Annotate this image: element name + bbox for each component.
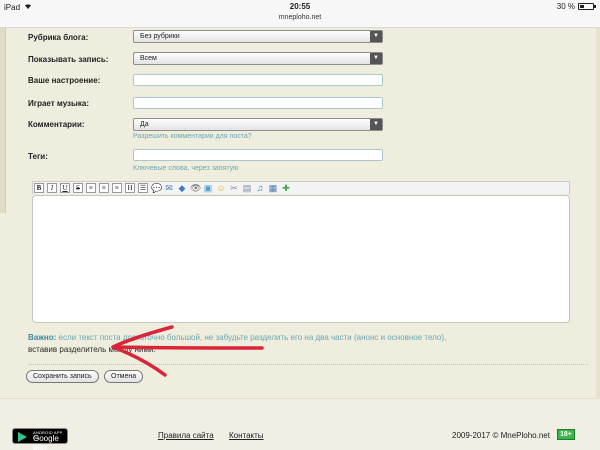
visibility-label: Показывать запись: — [28, 55, 109, 64]
comments-hint: Разрешить комментарии для поста? — [133, 133, 252, 140]
category-select[interactable]: Без рубрики ▼ — [133, 30, 383, 43]
underline-icon[interactable]: U — [60, 183, 70, 193]
bold-icon[interactable]: B — [34, 183, 44, 193]
list-icon[interactable]: ☰ — [138, 183, 148, 193]
tags-label: Теги: — [28, 152, 48, 161]
comments-select[interactable]: Да ▼ — [133, 118, 383, 131]
play-icon — [18, 432, 27, 442]
chevron-down-icon: ▼ — [370, 53, 382, 64]
align-center-icon[interactable]: ≡ — [99, 183, 109, 193]
quote-icon[interactable]: 💬 — [151, 183, 162, 193]
battery-percent: 30 % — [556, 2, 575, 11]
add-icon[interactable]: ✚ — [281, 183, 291, 193]
important-note: Важно: если текст поста достаточно больш… — [28, 332, 588, 356]
spoiler-icon[interactable]: 👁 — [190, 183, 201, 193]
age-badge: 18+ — [557, 429, 575, 440]
site-footer: ANDROID APP ON Google play Правила сайта… — [0, 398, 600, 450]
contacts-link[interactable]: Контакты — [229, 431, 264, 440]
battery-icon — [578, 3, 596, 10]
video-icon[interactable]: ▤ — [242, 183, 252, 193]
copyright: 2009-2017 © MnePloho.net — [452, 431, 550, 440]
save-button[interactable]: Сохранить запись — [26, 370, 99, 383]
align-right-icon[interactable]: ≡ — [112, 183, 122, 193]
email-icon[interactable]: ✉ — [164, 183, 174, 193]
rules-link[interactable]: Правила сайта — [158, 431, 214, 440]
music-icon[interactable]: ♫ — [255, 183, 265, 193]
right-edge — [596, 28, 600, 398]
status-right: 30 % — [556, 2, 596, 11]
align-left-icon[interactable]: ≡ — [86, 183, 96, 193]
chevron-down-icon: ▼ — [370, 31, 382, 42]
comments-value: Да — [140, 121, 149, 128]
italic-icon[interactable]: I — [47, 183, 57, 193]
gallery-icon[interactable]: ▦ — [268, 183, 278, 193]
chevron-down-icon: ▼ — [370, 119, 382, 130]
music-label: Играет музыка: — [28, 99, 89, 108]
post-form: Рубрика блога: Без рубрики ▼ Показывать … — [10, 28, 590, 398]
mood-input[interactable] — [133, 74, 383, 86]
left-edge — [0, 28, 6, 213]
note-text: если текст поста достаточно большой, не … — [56, 333, 447, 342]
category-label: Рубрика блога: — [28, 33, 89, 42]
editor-toolbar: B I U S ≡ ≡ ≡ H ☰ 💬 ✉ ◆ 👁 ▣ ☺ ✂ ▤ ♫ ▦ ✚ — [32, 181, 570, 194]
google-play-badge[interactable]: ANDROID APP ON Google play — [12, 428, 68, 450]
image-icon[interactable]: ▣ — [203, 183, 213, 193]
visibility-select[interactable]: Всем ▼ — [133, 52, 383, 65]
mood-label: Ваше настроение: — [28, 76, 101, 85]
status-bar: iPad 20:55 mneploho.net 30 % — [0, 0, 600, 28]
status-time: 20:55 — [289, 2, 311, 11]
cancel-button[interactable]: Отмена — [104, 370, 144, 383]
category-value: Без рубрики — [140, 33, 180, 40]
music-input[interactable] — [133, 97, 383, 109]
note-bold: Важно: — [28, 333, 57, 342]
code-icon[interactable]: ◆ — [177, 183, 187, 193]
play-big-text: Google play — [33, 434, 59, 450]
visibility-value: Всем — [140, 55, 157, 62]
comments-label: Комментарии: — [28, 120, 85, 129]
post-editor[interactable] — [32, 195, 570, 323]
tags-hint: Ключевые слова, через запятую — [133, 165, 239, 172]
heading-icon[interactable]: H — [125, 183, 135, 193]
divider — [28, 364, 588, 365]
cut-icon[interactable]: ✂ — [229, 183, 239, 193]
note-line2: вставив разделитель между ними. — [28, 345, 156, 354]
strikethrough-icon[interactable]: S — [73, 183, 83, 193]
address-url[interactable]: mneploho.net — [0, 14, 600, 21]
tags-input[interactable] — [133, 149, 383, 161]
smiley-icon[interactable]: ☺ — [216, 183, 226, 193]
